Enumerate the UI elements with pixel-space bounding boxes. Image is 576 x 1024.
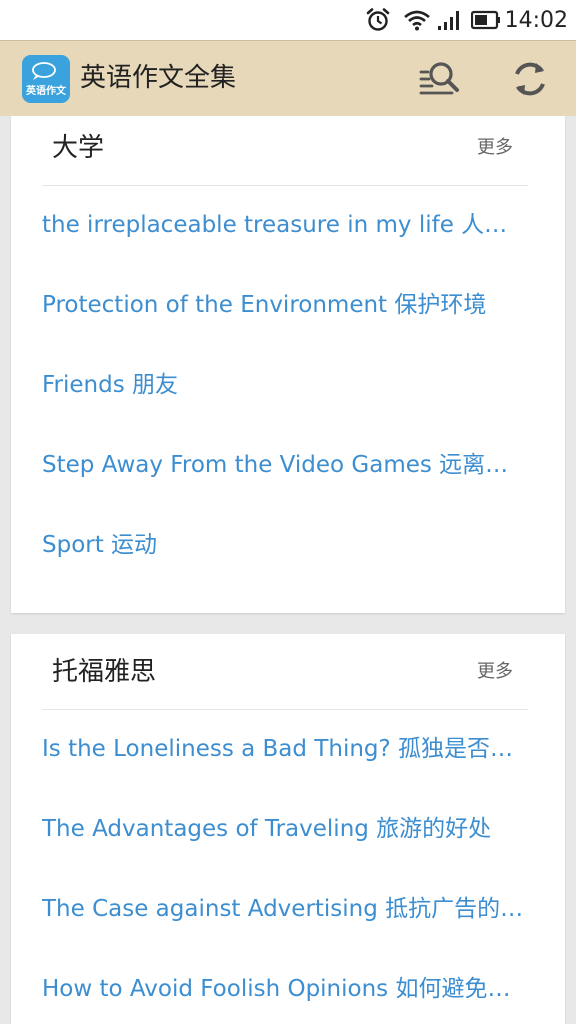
section-card: 托福雅思 更多 Is the Loneliness a Bad Thing? 孤…: [11, 634, 565, 1024]
section-title: 托福雅思: [52, 657, 157, 687]
status-bar: 14:02: [0, 0, 576, 40]
content-area[interactable]: 大学 更多 the irreplaceable treasure in my l…: [0, 116, 576, 1024]
app-title: 英语作文全集: [80, 63, 237, 93]
article-link[interactable]: Sport 运动: [42, 505, 528, 585]
article-link[interactable]: the irreplaceable treasure in my life 人生…: [42, 185, 528, 265]
article-link[interactable]: Step Away From the Video Games 远离…: [42, 425, 528, 505]
refresh-button[interactable]: [508, 57, 552, 101]
wifi-icon: [403, 9, 431, 31]
status-time: 14:02: [504, 7, 568, 33]
battery-icon: [470, 10, 501, 30]
article-link[interactable]: Protection of the Environment 保护环境: [42, 265, 528, 345]
section-header: 托福雅思 更多: [42, 634, 528, 710]
section-card: 大学 更多 the irreplaceable treasure in my l…: [11, 116, 565, 613]
status-icons: 14:02: [365, 7, 568, 33]
more-link[interactable]: 更多: [477, 660, 513, 684]
article-list: the irreplaceable treasure in my life 人生…: [42, 185, 528, 585]
article-list: Is the Loneliness a Bad Thing? 孤独是否… The…: [42, 709, 528, 1024]
article-link[interactable]: Is the Loneliness a Bad Thing? 孤独是否…: [42, 709, 528, 789]
article-link[interactable]: The Case against Advertising 抵抗广告的…: [42, 869, 528, 949]
search-button[interactable]: [418, 57, 462, 101]
refresh-icon: [508, 62, 552, 105]
article-link[interactable]: The Advantages of Traveling 旅游的好处: [42, 789, 528, 869]
app-logo-text: 英语作文: [25, 84, 67, 97]
signal-icon: [437, 9, 463, 31]
section-title: 大学: [52, 133, 105, 163]
app-logo: 英语作文: [22, 55, 70, 103]
article-link[interactable]: How to Avoid Foolish Opinions 如何避免…: [42, 949, 528, 1024]
article-link[interactable]: Friends 朋友: [42, 345, 528, 425]
search-icon: [418, 62, 462, 105]
app-bar: 英语作文 英语作文全集: [0, 40, 576, 116]
more-link[interactable]: 更多: [477, 136, 513, 160]
section-header: 大学 更多: [42, 116, 528, 186]
alarm-icon: [365, 7, 391, 33]
